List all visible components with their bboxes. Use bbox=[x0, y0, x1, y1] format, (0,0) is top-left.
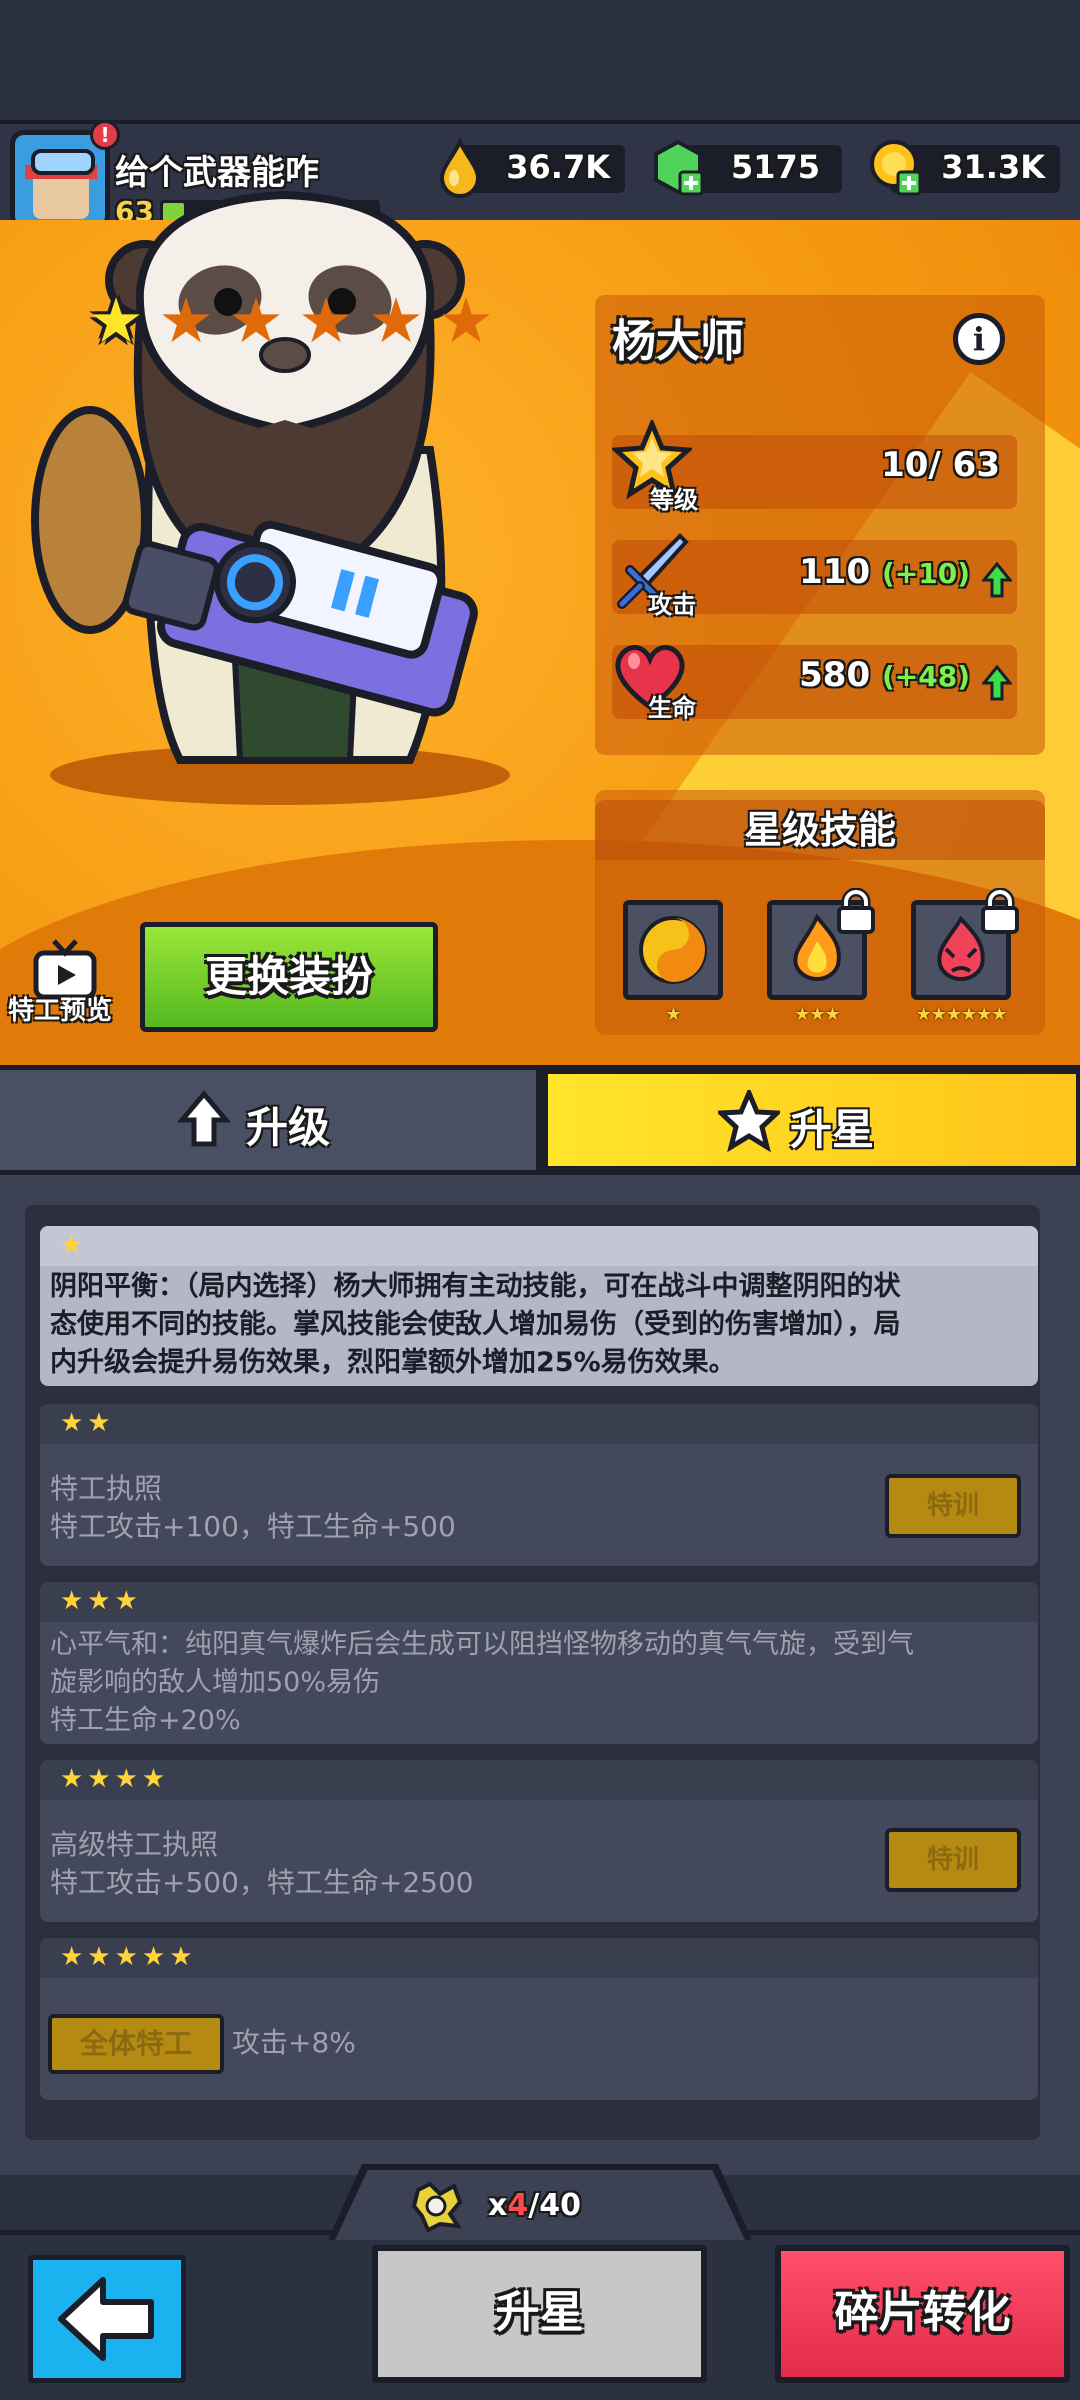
star-section-2: ★★ 特工执照 特工攻击+100，特工生命+500 特训 bbox=[40, 1404, 1038, 1566]
star-empty-icon: ★ bbox=[438, 284, 494, 357]
coins-value: 31.3K bbox=[941, 148, 1045, 186]
star-icon bbox=[718, 1090, 780, 1152]
shard-count: x4/40 bbox=[488, 2188, 581, 2223]
up-arrow-icon bbox=[178, 1090, 230, 1147]
star-empty-icon: ★ bbox=[298, 284, 354, 357]
section-stars: ★★★★★ bbox=[60, 1942, 197, 1972]
attack-up-arrow-icon bbox=[982, 562, 1012, 598]
attack-value: 110 bbox=[799, 552, 871, 592]
section-stars: ★★ bbox=[60, 1408, 115, 1438]
skill-1-stars: ★ bbox=[665, 1004, 681, 1025]
skill-slot-1[interactable] bbox=[623, 900, 723, 1000]
hp-value: 580 bbox=[799, 655, 871, 695]
agent-preview-label[interactable]: 特工预览 bbox=[8, 990, 112, 1027]
back-button[interactable] bbox=[28, 2255, 186, 2383]
star-empty-icon: ★ bbox=[228, 284, 284, 357]
train-button[interactable]: 特训 bbox=[885, 1474, 1021, 1538]
skill-2-stars: ★★★ bbox=[794, 1004, 840, 1025]
hp-label: 生命 bbox=[648, 694, 696, 722]
change-outfit-button[interactable]: 更换装扮 bbox=[140, 922, 438, 1032]
star-section-5: ★★★★★ 全体特工 攻击+8% bbox=[40, 1938, 1038, 2100]
star-empty-icon: ★ bbox=[158, 284, 214, 357]
section-stars: ★★★★ bbox=[60, 1764, 170, 1794]
yin-yang-icon bbox=[639, 916, 707, 984]
attack-label: 攻击 bbox=[648, 591, 696, 619]
star-section-1: ★ 阴阳平衡：（局内选择）杨大师拥有主动技能，可在战斗中调整阴阳的状 态使用不同… bbox=[40, 1226, 1038, 1386]
attack-bonus: (+10) bbox=[881, 557, 970, 590]
lock-icon bbox=[837, 888, 875, 934]
star-up-button[interactable]: 升星 bbox=[372, 2245, 707, 2383]
attack-value-row: 110 (+10) bbox=[790, 552, 970, 592]
section-description: 特工执照 特工攻击+100，特工生命+500 bbox=[50, 1472, 456, 1543]
section-description: 阴阳平衡：（局内选择）杨大师拥有主动技能，可在战斗中调整阴阳的状 态使用不同的技… bbox=[50, 1271, 901, 1378]
level-label: 等级 bbox=[650, 486, 698, 514]
shard-convert-button[interactable]: 碎片转化 bbox=[775, 2245, 1070, 2383]
panda-hero-illustration bbox=[31, 190, 510, 805]
info-icon[interactable]: i bbox=[953, 313, 1005, 365]
section-description: 高级特工执照 特工攻击+500，特工生命+2500 bbox=[50, 1828, 474, 1899]
section-stars: ★ bbox=[60, 1230, 88, 1260]
star-skills-title: 星级技能 bbox=[595, 800, 1045, 860]
hero-name: 杨大师 bbox=[612, 316, 744, 367]
hero-shard-icon bbox=[411, 2181, 463, 2232]
hp-bonus: (+48) bbox=[881, 660, 970, 693]
hp-value-row: 580 (+48) bbox=[790, 655, 970, 695]
level-value: 10/ 63 bbox=[881, 445, 1000, 485]
status-bar-area bbox=[0, 0, 1080, 120]
star-empty-icon: ★ bbox=[368, 284, 424, 357]
lock-icon bbox=[981, 888, 1019, 934]
hp-up-arrow-icon bbox=[982, 665, 1012, 701]
tab-upgrade[interactable]: 升级 bbox=[0, 1070, 540, 1170]
gem-add-icon[interactable] bbox=[650, 138, 706, 198]
star-section-3: ★★★ 心平气和：纯阳真气爆炸后会生成可以阻挡怪物移动的真气气旋，受到气 旋影响… bbox=[40, 1582, 1038, 1744]
tab-upgrade-label: 升级 bbox=[246, 1103, 331, 1152]
tab-star-up-label: 升星 bbox=[790, 1105, 875, 1154]
train-button[interactable]: 特训 bbox=[885, 1828, 1021, 1892]
all-agents-tag: 全体特工 bbox=[48, 2014, 224, 2074]
skill-3-stars: ★★★★★★ bbox=[915, 1004, 1008, 1025]
section-stars: ★★★ bbox=[60, 1586, 142, 1616]
gems-value: 5175 bbox=[730, 148, 820, 186]
section-description: 攻击+8% bbox=[232, 2026, 356, 2059]
tab-star-up[interactable]: 升星 bbox=[544, 1070, 1080, 1170]
back-arrow-icon bbox=[58, 2277, 154, 2361]
star-filled-icon: ★ bbox=[88, 284, 144, 357]
star-section-4: ★★★★ 高级特工执照 特工攻击+500，特工生命+2500 特训 bbox=[40, 1760, 1038, 1922]
section-description: 心平气和：纯阳真气爆炸后会生成可以阻挡怪物移动的真气气旋，受到气 旋影响的敌人增… bbox=[50, 1629, 914, 1736]
